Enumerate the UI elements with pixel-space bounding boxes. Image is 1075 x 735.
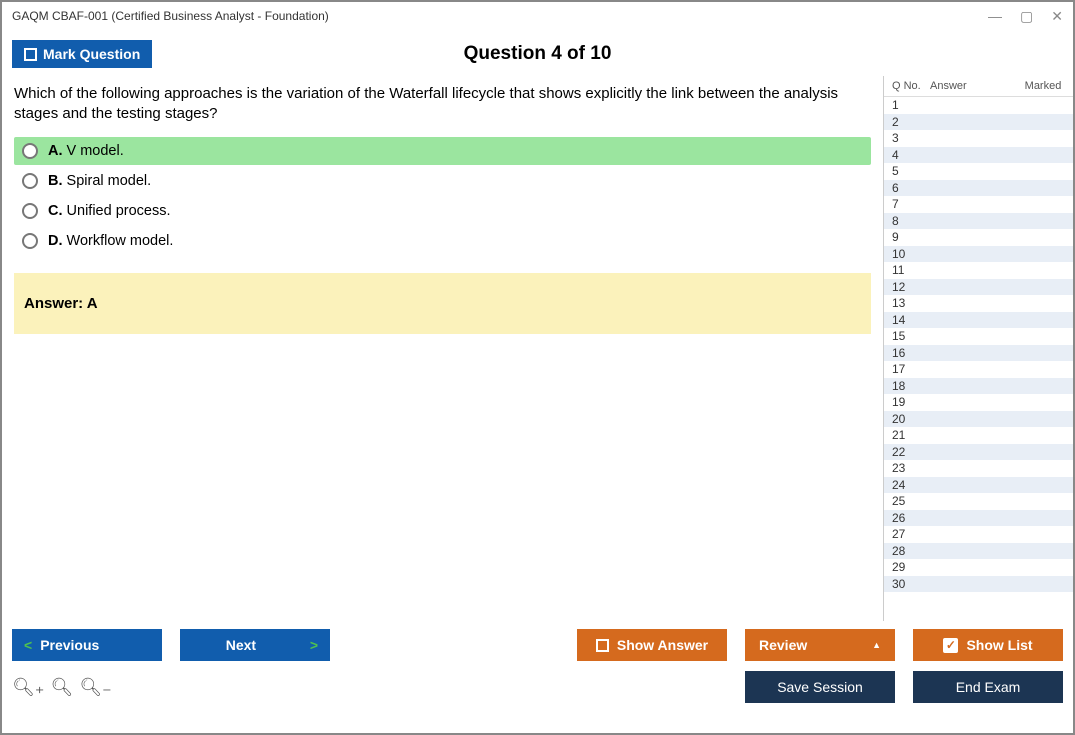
question-list-row[interactable]: 7: [884, 196, 1073, 213]
question-list-row[interactable]: 18: [884, 378, 1073, 395]
question-list-row[interactable]: 2: [884, 114, 1073, 131]
question-list-row[interactable]: 1: [884, 97, 1073, 114]
minimize-icon[interactable]: —: [988, 8, 1002, 25]
question-list-row[interactable]: 24: [884, 477, 1073, 494]
question-list-row[interactable]: 12: [884, 279, 1073, 296]
question-list-row[interactable]: 15: [884, 328, 1073, 345]
previous-label: Previous: [40, 637, 99, 653]
next-label: Next: [180, 637, 302, 653]
option-b-label: B. Spiral model.: [48, 173, 151, 189]
close-icon[interactable]: ✕: [1051, 8, 1063, 25]
question-list-row[interactable]: 30: [884, 576, 1073, 593]
question-panel: Which of the following approaches is the…: [2, 76, 883, 621]
question-list-row[interactable]: 5: [884, 163, 1073, 180]
maximize-icon[interactable]: ▢: [1020, 8, 1033, 25]
save-session-label: Save Session: [777, 679, 863, 695]
header-row: Mark Question Question 4 of 10: [2, 30, 1073, 76]
next-button[interactable]: Next >: [180, 629, 330, 661]
option-a-label: A. V model.: [48, 143, 124, 159]
zoom-in-icon[interactable]: 🔍︎₊: [12, 677, 44, 698]
show-answer-label: Show Answer: [617, 637, 708, 653]
question-list-row[interactable]: 4: [884, 147, 1073, 164]
end-exam-label: End Exam: [956, 679, 1021, 695]
question-list-header: Q No. Answer Marked: [884, 76, 1073, 97]
titlebar: GAQM CBAF-001 (Certified Business Analys…: [2, 2, 1073, 30]
zoom-reset-icon[interactable]: 🔍︎: [50, 677, 73, 698]
option-d[interactable]: D. Workflow model.: [14, 227, 871, 255]
question-list-row[interactable]: 13: [884, 295, 1073, 312]
question-list-row[interactable]: 11: [884, 262, 1073, 279]
chevron-left-icon: <: [24, 637, 32, 653]
question-list-row[interactable]: 8: [884, 213, 1073, 230]
option-a[interactable]: A. V model.: [14, 137, 871, 165]
show-answer-button[interactable]: Show Answer: [577, 629, 727, 661]
question-list-row[interactable]: 26: [884, 510, 1073, 527]
footer: < Previous Next > Show Answer Review ▲ ✓…: [2, 621, 1073, 703]
save-session-button[interactable]: Save Session: [745, 671, 895, 703]
end-exam-button[interactable]: End Exam: [913, 671, 1063, 703]
question-list-row[interactable]: 27: [884, 526, 1073, 543]
mark-question-button[interactable]: Mark Question: [12, 40, 152, 68]
radio-icon: [22, 173, 38, 189]
question-list-row[interactable]: 21: [884, 427, 1073, 444]
mark-question-label: Mark Question: [43, 46, 140, 62]
header-marked: Marked: [1019, 80, 1067, 92]
question-list-row[interactable]: 29: [884, 559, 1073, 576]
header-qno: Q No.: [892, 80, 930, 92]
question-list-row[interactable]: 14: [884, 312, 1073, 329]
option-b[interactable]: B. Spiral model.: [14, 167, 871, 195]
question-list-row[interactable]: 3: [884, 130, 1073, 147]
zoom-controls: 🔍︎₊ 🔍︎ 🔍︎₋: [12, 677, 112, 698]
question-list-row[interactable]: 16: [884, 345, 1073, 362]
previous-button[interactable]: < Previous: [12, 629, 162, 661]
radio-icon: [22, 143, 38, 159]
header-answer: Answer: [930, 80, 1019, 92]
question-list-row[interactable]: 17: [884, 361, 1073, 378]
question-list-row[interactable]: 22: [884, 444, 1073, 461]
chevron-right-icon: >: [310, 637, 318, 653]
question-list-rows[interactable]: 1234567891011121314151617181920212223242…: [884, 97, 1073, 621]
question-list-row[interactable]: 23: [884, 460, 1073, 477]
question-list-row[interactable]: 28: [884, 543, 1073, 560]
main-row: Which of the following approaches is the…: [2, 76, 1073, 621]
review-label: Review: [759, 637, 807, 653]
button-row-1: < Previous Next > Show Answer Review ▲ ✓…: [12, 629, 1063, 661]
checkbox-icon: [24, 48, 37, 61]
option-d-label: D. Workflow model.: [48, 233, 173, 249]
show-list-button[interactable]: ✓ Show List: [913, 629, 1063, 661]
question-list-row[interactable]: 6: [884, 180, 1073, 197]
window-title: GAQM CBAF-001 (Certified Business Analys…: [12, 9, 988, 23]
answer-box: Answer: A: [14, 273, 871, 334]
option-c-label: C. Unified process.: [48, 203, 171, 219]
question-text: Which of the following approaches is the…: [14, 84, 871, 125]
option-c[interactable]: C. Unified process.: [14, 197, 871, 225]
radio-icon: [22, 203, 38, 219]
radio-icon: [22, 233, 38, 249]
zoom-out-icon[interactable]: 🔍︎₋: [79, 677, 111, 698]
show-list-label: Show List: [966, 637, 1032, 653]
button-row-2: 🔍︎₊ 🔍︎ 🔍︎₋ Save Session End Exam: [12, 671, 1063, 703]
question-list-row[interactable]: 9: [884, 229, 1073, 246]
question-list-row[interactable]: 19: [884, 394, 1073, 411]
window-controls: — ▢ ✕: [988, 8, 1063, 25]
question-list-row[interactable]: 20: [884, 411, 1073, 428]
chevron-up-icon: ▲: [872, 640, 881, 650]
question-title: Question 4 of 10: [464, 43, 612, 65]
check-icon: ✓: [943, 638, 958, 653]
review-button[interactable]: Review ▲: [745, 629, 895, 661]
question-list-panel: Q No. Answer Marked 12345678910111213141…: [883, 76, 1073, 621]
question-list-row[interactable]: 10: [884, 246, 1073, 263]
question-list-row[interactable]: 25: [884, 493, 1073, 510]
checkbox-icon: [596, 639, 609, 652]
